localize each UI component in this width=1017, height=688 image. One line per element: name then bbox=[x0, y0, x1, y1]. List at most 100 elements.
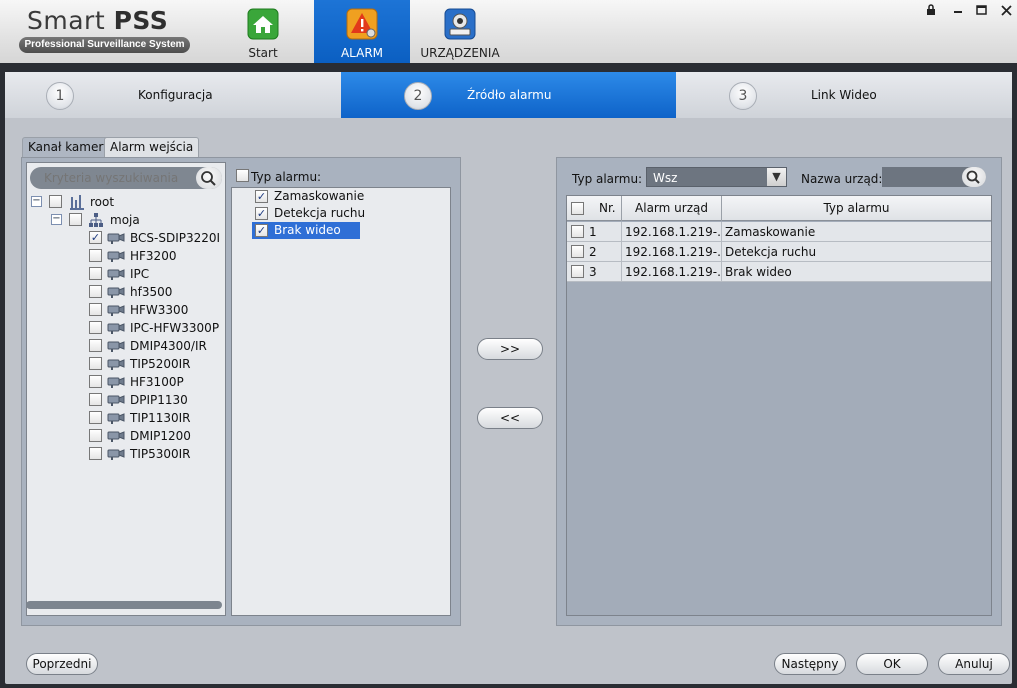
step-label: Konfiguracja bbox=[138, 88, 213, 102]
tree-device-item[interactable]: HF3100P bbox=[89, 373, 224, 391]
table-row[interactable]: 2 192.168.1.219-... Detekcja ruchu bbox=[567, 242, 991, 262]
row-checkbox[interactable] bbox=[571, 265, 584, 278]
tree-group-checkbox[interactable] bbox=[69, 213, 82, 226]
root-icon bbox=[70, 195, 84, 210]
cell-device: 192.168.1.219-... bbox=[622, 262, 722, 282]
search-button[interactable] bbox=[196, 167, 222, 189]
cell-alarm-type: Detekcja ruchu bbox=[725, 245, 817, 259]
device-checkbox[interactable] bbox=[89, 375, 102, 388]
step-alarm-source[interactable]: 2 Źródło alarmu bbox=[341, 72, 676, 118]
tree-group[interactable]: − moja bbox=[51, 211, 221, 229]
collapse-icon[interactable]: − bbox=[51, 214, 62, 225]
device-checkbox[interactable] bbox=[89, 393, 102, 406]
nav-start[interactable]: Start bbox=[215, 0, 311, 63]
alarm-type-label: Brak wideo bbox=[274, 223, 341, 237]
cancel-button[interactable]: Anuluj bbox=[938, 653, 1010, 675]
device-checkbox[interactable] bbox=[89, 303, 102, 316]
search-icon bbox=[201, 171, 216, 186]
remove-button[interactable]: << bbox=[477, 407, 543, 429]
home-icon bbox=[247, 8, 279, 40]
tree-device-item[interactable]: IPC-HFW3300P bbox=[89, 319, 224, 337]
device-checkbox[interactable] bbox=[89, 267, 102, 280]
close-icon[interactable] bbox=[997, 4, 1015, 19]
app-subtitle: Professional Surveillance System bbox=[19, 37, 190, 53]
tree-device-item[interactable]: DMIP4300/IR bbox=[89, 337, 224, 355]
device-checkbox[interactable] bbox=[89, 429, 102, 442]
header-alarm-type[interactable]: Typ alarmu bbox=[722, 196, 991, 221]
step-configuration[interactable]: 1 Konfiguracja bbox=[5, 72, 341, 118]
device-checkbox[interactable]: ✓ bbox=[89, 231, 102, 244]
device-checkbox[interactable] bbox=[89, 411, 102, 424]
tree-device-item[interactable]: DMIP1200 bbox=[89, 427, 224, 445]
alarm-type-checkbox[interactable]: ✓ bbox=[255, 224, 268, 237]
cell-device: 192.168.1.219-... bbox=[622, 242, 722, 262]
device-checkbox[interactable] bbox=[89, 357, 102, 370]
alarm-type-item-selected[interactable]: ✓ Brak wideo bbox=[252, 222, 360, 239]
device-label: TIP1130IR bbox=[130, 411, 191, 425]
cell-alarm-type: Zamaskowanie bbox=[725, 225, 816, 239]
step-number: 1 bbox=[46, 82, 74, 110]
table-row[interactable]: 1 192.168.1.219-... Zamaskowanie bbox=[567, 222, 991, 242]
tree-device-item[interactable]: hf3500 bbox=[89, 283, 224, 301]
nav-devices[interactable]: URZĄDZENIA bbox=[410, 0, 510, 63]
tree-root[interactable]: − root bbox=[31, 193, 221, 211]
header-device[interactable]: Alarm urząd bbox=[622, 196, 722, 221]
cell-nr: 3 bbox=[567, 262, 622, 282]
search-box bbox=[30, 167, 222, 189]
device-checkbox[interactable] bbox=[89, 321, 102, 334]
header-nr[interactable]: Nr. bbox=[567, 196, 622, 221]
devices-icon bbox=[444, 8, 476, 40]
maximize-icon[interactable] bbox=[972, 4, 990, 19]
search-input[interactable] bbox=[44, 170, 194, 186]
tree-device-item[interactable]: HFW3300 bbox=[89, 301, 224, 319]
row-checkbox[interactable] bbox=[571, 225, 584, 238]
network-icon bbox=[89, 213, 103, 227]
horizontal-scrollbar[interactable] bbox=[26, 601, 222, 609]
device-label: HFW3300 bbox=[130, 303, 189, 317]
device-checkbox[interactable] bbox=[89, 249, 102, 262]
type-filter-select[interactable]: Wsz ▼ bbox=[646, 167, 787, 187]
cell-alarm-type: Brak wideo bbox=[725, 265, 792, 279]
minimize-icon[interactable] bbox=[949, 4, 967, 19]
tree-device-item[interactable]: TIP5200IR bbox=[89, 355, 224, 373]
alarm-type-checkbox[interactable]: ✓ bbox=[255, 207, 268, 220]
select-all-checkbox[interactable] bbox=[571, 202, 584, 215]
step-video-link[interactable]: 3 Link Wideo bbox=[676, 72, 1012, 118]
lock-icon[interactable] bbox=[922, 4, 940, 19]
tree-device-item[interactable]: ✓ BCS-SDIP3220I bbox=[89, 229, 224, 247]
tree-device-item[interactable]: IPC bbox=[89, 265, 224, 283]
device-checkbox[interactable] bbox=[89, 285, 102, 298]
chevron-down-icon[interactable]: ▼ bbox=[767, 168, 786, 186]
device-search-button[interactable] bbox=[962, 167, 986, 187]
alarm-type-all-checkbox[interactable] bbox=[236, 169, 249, 182]
device-label: IPC-HFW3300P bbox=[130, 321, 220, 335]
header-nr-label: Nr. bbox=[599, 201, 616, 215]
device-name-input[interactable] bbox=[882, 167, 986, 187]
alarm-type-checkbox[interactable]: ✓ bbox=[255, 190, 268, 203]
alarm-table: Nr. Alarm urząd Typ alarmu 1 192.168.1.21… bbox=[566, 195, 992, 616]
tree-group-label: moja bbox=[110, 213, 140, 227]
app-title-bold: PSS bbox=[113, 6, 169, 35]
tree-root-label: root bbox=[90, 195, 115, 209]
table-row[interactable]: 3 192.168.1.219-... Brak wideo bbox=[567, 262, 991, 282]
previous-button[interactable]: Poprzedni bbox=[26, 653, 98, 675]
ok-button[interactable]: OK bbox=[856, 653, 928, 675]
tree-device-item[interactable]: TIP5300IR bbox=[89, 445, 224, 463]
device-label: TIP5200IR bbox=[130, 357, 191, 371]
device-checkbox[interactable] bbox=[89, 447, 102, 460]
add-button[interactable]: >> bbox=[477, 338, 543, 360]
next-button[interactable]: Następny bbox=[774, 653, 846, 675]
tree-device-item[interactable]: DPIP1130 bbox=[89, 391, 224, 409]
device-checkbox[interactable] bbox=[89, 339, 102, 352]
type-filter-value: Wsz bbox=[653, 171, 678, 185]
row-checkbox[interactable] bbox=[571, 245, 584, 258]
tree-device-item[interactable]: TIP1130IR bbox=[89, 409, 224, 427]
collapse-icon[interactable]: − bbox=[31, 196, 42, 207]
tree-root-checkbox[interactable] bbox=[49, 195, 62, 208]
tab-camera-channel[interactable]: Kanał kamery bbox=[22, 137, 117, 157]
tab-alarm-input[interactable]: Alarm wejścia bbox=[104, 137, 200, 157]
tree-device-item[interactable]: HF3200 bbox=[89, 247, 224, 265]
nav-alarm[interactable]: ALARM bbox=[314, 0, 410, 63]
cell-nr-label: 2 bbox=[589, 245, 597, 259]
nav-alarm-label: ALARM bbox=[340, 46, 384, 60]
